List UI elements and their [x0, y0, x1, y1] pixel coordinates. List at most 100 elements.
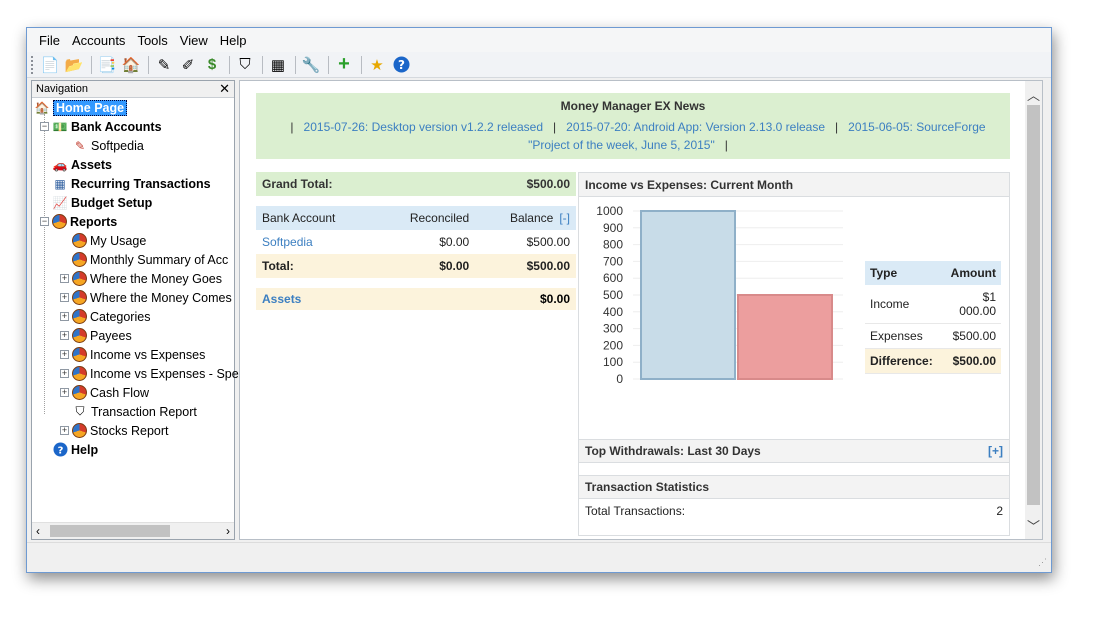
new-transaction-plus-icon[interactable]: + — [333, 53, 355, 76]
y-tick-label: 700 — [603, 254, 623, 268]
nav-item-where-money-comes[interactable]: + Where the Money Comes — [60, 288, 232, 307]
toolbar: 📄 📂 📑 🏠 ✎ ✐ $ ⛉ ▦ 🔧 + ★ ? — [27, 52, 1051, 78]
expand-icon[interactable]: + — [60, 426, 69, 435]
col-balance[interactable]: Balance [-] — [475, 206, 576, 230]
menu-help[interactable]: Help — [214, 33, 253, 48]
table-row: Expenses $500.00 — [865, 323, 1001, 349]
collapse-icon[interactable]: − — [40, 122, 49, 131]
difference-row: Difference: $500.00 — [865, 348, 1001, 374]
nav-item-label: Softpedia — [91, 138, 144, 153]
calendar-icon: ▦ — [54, 176, 66, 191]
horizontal-scrollbar[interactable]: ‹ › — [32, 522, 234, 539]
nav-item-where-money-goes[interactable]: + Where the Money Goes — [60, 269, 222, 288]
account-link[interactable]: Softpedia — [262, 235, 313, 249]
help-icon: ? — [52, 442, 68, 458]
nav-item-payees[interactable]: + Payees — [60, 326, 132, 345]
payees-icon[interactable]: ✎ — [153, 54, 175, 76]
categories-icon[interactable]: ✐ — [177, 54, 199, 76]
scroll-right-icon[interactable]: › — [226, 523, 230, 539]
expand-icon[interactable]: + — [60, 369, 69, 378]
expand-toggle[interactable]: [+] — [988, 444, 1003, 458]
currency-icon[interactable]: $ — [201, 54, 223, 76]
news-link[interactable]: 2015-07-20: Android App: Version 2.13.0 … — [566, 120, 825, 134]
scroll-up-icon[interactable]: ︿ — [1027, 85, 1040, 104]
collapse-icon[interactable]: − — [40, 217, 49, 226]
total-row: Total: $0.00 $500.00 — [256, 254, 576, 278]
news-link[interactable]: 2015-06-05: SourceForge — [848, 120, 985, 134]
table-header: Bank Account Reconciled Balance [-] — [256, 206, 576, 230]
nav-item-label: Cash Flow — [90, 385, 150, 400]
car-icon: 🚗 — [52, 157, 68, 172]
nav-item-softpedia[interactable]: ✎ Softpedia — [72, 136, 144, 155]
nav-item-label: Home Page — [53, 99, 128, 116]
new-database-icon[interactable]: 📄 — [39, 54, 61, 76]
total-reconciled: $0.00 — [375, 254, 476, 278]
nav-item-transaction-report[interactable]: ⛉ Transaction Report — [72, 402, 196, 421]
resize-grip-icon[interactable]: ⋰ — [1038, 557, 1047, 568]
open-database-icon[interactable]: 📂 — [63, 54, 85, 76]
expand-icon[interactable]: + — [60, 331, 69, 340]
nav-item-label: Stocks Report — [90, 423, 169, 438]
menu-accounts[interactable]: Accounts — [66, 33, 131, 48]
nav-item-home-page[interactable]: 🏠 Home Page — [34, 98, 128, 117]
scroll-thumb[interactable] — [1027, 105, 1040, 505]
scroll-thumb[interactable] — [50, 525, 170, 537]
scroll-down-icon[interactable]: ﹀ — [1027, 516, 1040, 535]
menu-tools[interactable]: Tools — [131, 33, 173, 48]
nav-item-label: Income vs Expenses — [90, 347, 206, 362]
income-expenses-panel: Income vs Expenses: Current Month 0 100 20… — [578, 172, 1010, 536]
menu-view[interactable]: View — [174, 33, 214, 48]
news-link[interactable]: "Project of the week, June 5, 2015" — [528, 138, 715, 152]
nav-item-stocks-report[interactable]: + Stocks Report — [60, 421, 169, 440]
options-wrench-icon[interactable]: 🔧 — [300, 54, 322, 76]
vertical-scrollbar[interactable]: ︿ ﹀ — [1025, 81, 1042, 539]
nav-item-income-vs-expenses[interactable]: + Income vs Expenses — [60, 345, 205, 364]
nav-item-label: Payees — [90, 328, 132, 343]
filter-icon: ⛉ — [75, 404, 85, 418]
nav-item-assets[interactable]: 🚗 Assets — [52, 155, 112, 174]
transaction-statistics-title: Transaction Statistics — [585, 480, 710, 494]
nav-item-cash-flow[interactable]: + Cash Flow — [60, 383, 149, 402]
income-expenses-header: Income vs Expenses: Current Month — [579, 173, 1009, 197]
expand-icon[interactable]: + — [60, 274, 69, 283]
nav-item-help[interactable]: ? Help — [52, 440, 98, 459]
news-link[interactable]: 2015-07-26: Desktop version v1.2.2 relea… — [304, 120, 543, 134]
nav-item-categories[interactable]: + Categories — [60, 307, 150, 326]
table-row: Total Transactions: 2 — [579, 499, 1009, 523]
nav-item-label: Bank Accounts — [71, 119, 162, 134]
expand-icon[interactable]: + — [60, 293, 69, 302]
help-icon[interactable]: ? — [390, 54, 412, 76]
nav-item-budget-setup[interactable]: 📈 Budget Setup — [52, 193, 153, 212]
nav-item-recurring-transactions[interactable]: ▦ Recurring Transactions — [52, 174, 210, 193]
filter-icon[interactable]: ⛉ — [234, 54, 256, 76]
assets-link[interactable]: Assets — [262, 292, 301, 306]
nav-item-income-vs-expenses-specific[interactable]: + Income vs Expenses - Spe — [60, 364, 239, 383]
collapse-toggle[interactable]: [-] — [559, 211, 570, 225]
pie-chart-icon — [72, 366, 87, 381]
expand-icon[interactable]: + — [60, 350, 69, 359]
col-bank-account[interactable]: Bank Account — [256, 206, 376, 230]
nav-item-bank-accounts[interactable]: − 💵 Bank Accounts — [40, 117, 162, 136]
nav-item-label: Assets — [71, 157, 112, 172]
y-tick-label: 800 — [603, 238, 623, 252]
top-withdrawals-panel: Top Withdrawals: Last 30 Days [+] — [579, 439, 1009, 463]
menu-file[interactable]: File — [33, 33, 66, 48]
new-account-icon[interactable]: 📑 — [96, 54, 118, 76]
expand-icon[interactable]: + — [60, 388, 69, 397]
close-icon[interactable]: ✕ — [219, 81, 230, 97]
expand-icon[interactable]: + — [60, 312, 69, 321]
favorite-star-icon[interactable]: ★ — [366, 54, 388, 76]
toolbar-grip[interactable] — [31, 55, 35, 74]
home-icon[interactable]: 🏠 — [120, 54, 142, 76]
col-reconciled[interactable]: Reconciled — [375, 206, 476, 230]
nav-item-my-usage[interactable]: My Usage — [72, 231, 146, 250]
assets-row: Assets $0.00 — [256, 288, 576, 310]
income-label: Income — [865, 285, 938, 324]
nav-item-monthly-summary[interactable]: Monthly Summary of Acc — [72, 250, 228, 269]
news-panel: Money Manager EX News | 2015-07-26: Deskt… — [256, 93, 1010, 159]
svg-text:?: ? — [398, 58, 405, 72]
nav-item-reports[interactable]: − Reports — [40, 212, 117, 231]
scroll-left-icon[interactable]: ‹ — [36, 523, 40, 539]
budget-icon[interactable]: ▦ — [267, 54, 289, 76]
grand-total-label: Grand Total: — [262, 177, 333, 191]
